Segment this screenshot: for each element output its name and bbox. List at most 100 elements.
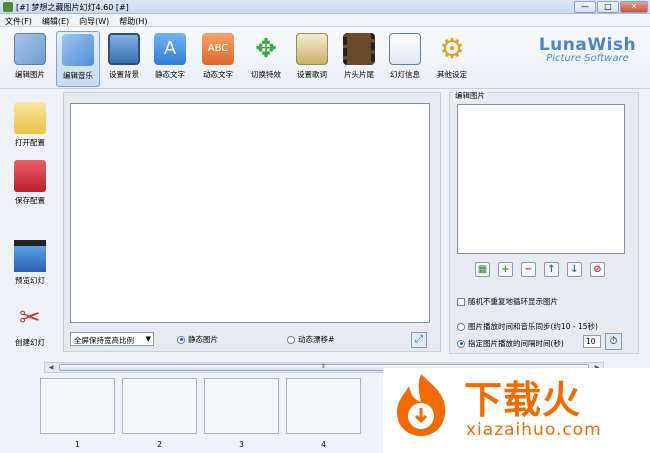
tool-label: 其他设定 [437,70,467,79]
chevron-down-icon: ▼ [145,335,151,343]
display-ratio-select[interactable]: 全屏保持宽高比例 ▼ [70,332,154,346]
main-toolbar: 编辑图片 编辑音乐 设置背景 A 静态文字 ABC 动态文字 ✥ 切换特效 设置… [0,27,650,89]
watermark-text-cn: 下载火 [464,378,582,422]
create-slideshow-button[interactable]: ✂ 创建幻灯 [4,302,56,348]
dynamic-drift-option[interactable]: 动态漂移# [287,334,334,345]
tool-dynamic-text[interactable]: ABC 动态文字 [196,31,240,87]
scroll-left-icon[interactable]: ◀ [46,363,56,372]
window-title: [#] 梦想之藏图片幻灯4.60 [#] [16,3,129,12]
sync-music-label: 图片播放时间和音乐同步(约10 - 15秒) [468,322,598,331]
photo-edit-icon [14,33,46,65]
tool-label: 幻灯信息 [390,70,420,79]
move-down-icon[interactable]: ↓ [567,262,582,277]
menu-bar: 文件(F) 编辑(E) 向导(W) 帮助(H) [0,14,650,27]
random-loop-option[interactable]: 随机不重复地循环显示图片 [457,296,558,307]
brand-name: LunaWish [538,35,637,55]
open-config-button[interactable]: 打开配置 [4,102,56,148]
clock-icon[interactable]: ⏱ [605,333,622,350]
move-up-icon[interactable]: ↑ [544,262,559,277]
interval-label: 指定图片播放的间隔时间(秒) [468,339,564,348]
monitor-icon [108,33,140,65]
menu-wizard[interactable]: 向导(W) [74,14,114,26]
random-loop-checkbox[interactable] [457,297,465,306]
static-image-radio[interactable] [177,335,185,344]
image-list[interactable] [457,104,625,254]
static-image-option[interactable]: 静态图片 [177,334,218,345]
grip-icon: ⦀ [322,363,325,370]
minimize-button[interactable]: — [574,1,596,13]
close-button[interactable]: ✕ [620,1,648,13]
delete-all-icon[interactable]: ⊘ [590,262,605,277]
brand-tagline: Picture Software [546,53,629,64]
tool-label: 片头片尾 [344,70,374,79]
tool-static-text[interactable]: A 静态文字 [148,31,192,87]
tool-label: 编辑图片 [15,70,45,79]
tool-label: 编辑音乐 [63,71,93,80]
film-icon [343,33,375,65]
filmstrip-frame[interactable] [204,378,279,434]
frame-number: 2 [157,440,162,449]
frame-number: 1 [75,440,80,449]
dynamic-drift-label: 动态漂移# [298,335,335,344]
interval-seconds-input[interactable]: 10 [583,335,601,348]
filmstrip-frame[interactable] [122,378,197,434]
clapper-play-icon [14,240,46,272]
tool-edit-images[interactable]: 编辑图片 [8,31,52,87]
menu-file[interactable]: 文件(F) [0,14,37,26]
gears-icon: ⚙ [439,32,465,65]
arrows-icon: ✥ [255,34,277,64]
tool-label: 设置歌词 [297,70,327,79]
preview-slideshow-button[interactable]: 预览幻灯 [4,240,56,286]
save-disk-icon [14,160,46,192]
text-abc-icon: ABC [202,33,234,65]
tool-label: 设置背景 [109,70,139,79]
tool-other-settings[interactable]: ⚙ 其他设定 [430,31,474,87]
tool-label: 动态文字 [203,70,233,79]
display-ratio-value: 全屏保持宽高比例 [74,336,134,345]
sidebar-label: 打开配置 [15,138,45,147]
brand-logo: LunaWish Picture Software [535,35,640,64]
sidebar-label: 创建幻灯 [15,338,45,347]
menu-help[interactable]: 帮助(H) [114,14,152,26]
menu-edit[interactable]: 编辑(E) [37,14,74,26]
music-icon [62,34,94,66]
flame-logo-icon [397,374,446,436]
random-loop-label: 随机不重复地循环显示图片 [468,297,558,306]
add-image-icon[interactable]: + [498,262,513,277]
tool-set-lyrics[interactable]: 设置歌词 [290,31,334,87]
app-icon [3,2,13,12]
static-image-label: 静态图片 [188,335,218,344]
tool-intro-outro[interactable]: 片头片尾 [337,31,381,87]
sync-music-option[interactable]: 图片播放时间和音乐同步(约10 - 15秒) [457,321,598,332]
tool-label: 切换特效 [251,70,281,79]
fullscreen-icon[interactable]: ⤢ [411,332,427,348]
frame-number: 4 [321,440,326,449]
interval-radio[interactable] [457,339,465,348]
sidebar-label: 保存配置 [15,196,45,205]
tool-label: 静态文字 [155,70,185,79]
dynamic-drift-radio[interactable] [287,335,295,344]
interval-option[interactable]: 指定图片播放的间隔时间(秒) [457,338,564,349]
filmstrip-frame[interactable] [286,378,361,434]
tool-slideshow-info[interactable]: 幻灯信息 [383,31,427,87]
lyrics-icon [296,33,328,65]
image-panel-title: 编辑图片 [453,90,487,101]
tool-set-background[interactable]: 设置背景 [102,31,146,87]
frame-number: 3 [239,440,244,449]
notepad-icon [389,33,421,65]
tool-transition-effects[interactable]: ✥ 切换特效 [244,31,288,87]
folder-open-icon [14,102,46,134]
remove-image-icon[interactable]: − [521,262,536,277]
sync-music-radio[interactable] [457,322,465,331]
text-a-icon: A [154,33,186,65]
grid-add-icon[interactable]: ▦ [475,262,490,277]
tools-icon: ✂ [19,303,41,333]
filmstrip-frame[interactable] [40,378,115,434]
maximize-button[interactable]: □ [597,1,619,13]
save-config-button[interactable]: 保存配置 [4,160,56,206]
tool-edit-music[interactable]: 编辑音乐 [56,31,100,87]
image-controls: ▦ + − ↑ ↓ ⊘ [475,262,605,277]
watermark-text-en: xiazaihuo.com [466,420,602,440]
left-sidebar: 打开配置 保存配置 预览幻灯 ✂ 创建幻灯 [0,90,60,365]
sidebar-label: 预览幻灯 [15,276,45,285]
